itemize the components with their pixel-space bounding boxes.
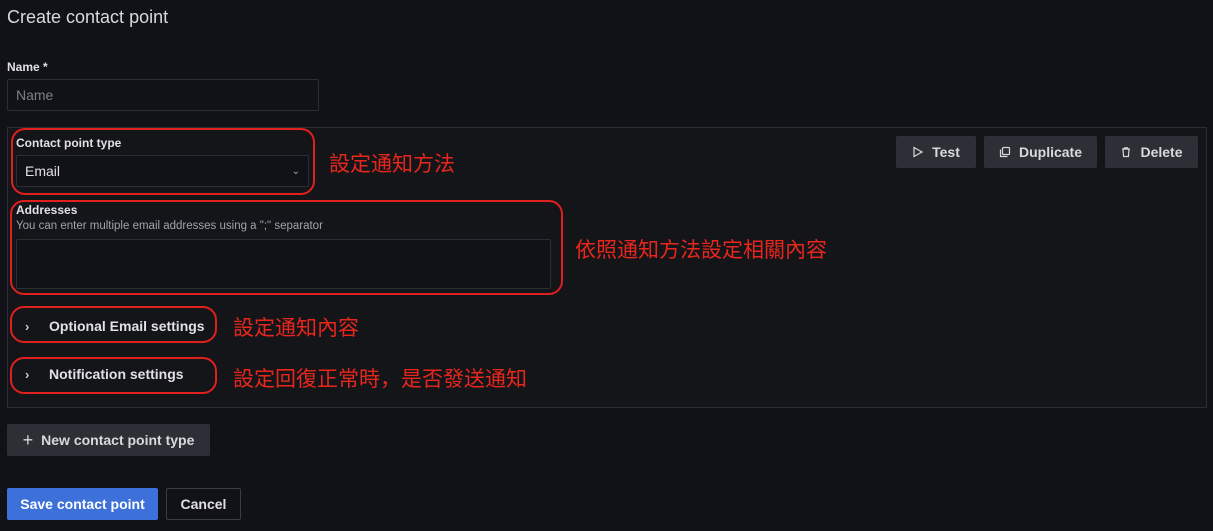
test-button-label: Test — [932, 144, 960, 160]
addresses-description: You can enter multiple email addresses u… — [16, 220, 323, 232]
notification-settings-label: Notification settings — [49, 366, 184, 382]
addresses-textarea[interactable] — [16, 239, 551, 289]
optional-email-settings-label: Optional Email settings — [49, 318, 205, 334]
plus-icon: + — [22, 429, 34, 450]
annotation-text-notification: 設定回復正常時，是否發送通知 — [233, 367, 527, 391]
name-label: Name * — [7, 60, 48, 74]
page-title: Create contact point — [7, 7, 169, 27]
notification-settings-toggle[interactable]: › Notification settings — [25, 366, 184, 382]
name-input[interactable] — [7, 79, 319, 111]
duplicate-button-label: Duplicate — [1018, 144, 1082, 160]
trash-icon — [1122, 147, 1131, 158]
delete-button-label: Delete — [1140, 144, 1183, 160]
delete-button[interactable]: Delete — [1105, 136, 1198, 168]
annotation-text-contact-type: 設定通知方法 — [329, 152, 455, 176]
chevron-down-icon: ⌄ — [291, 165, 300, 177]
annotation-text-addresses: 依照通知方法設定相關內容 — [575, 238, 827, 262]
play-icon — [913, 146, 924, 158]
annotation-text-optional: 設定通知內容 — [233, 316, 359, 340]
copy-icon — [999, 146, 1011, 158]
optional-email-settings-toggle[interactable]: › Optional Email settings — [25, 318, 205, 334]
contact-type-label: Contact point type — [16, 136, 122, 150]
new-contact-point-type-button[interactable]: + New contact point type — [7, 424, 210, 456]
duplicate-button[interactable]: Duplicate — [984, 136, 1097, 168]
test-button[interactable]: Test — [896, 136, 976, 168]
addresses-label: Addresses — [16, 203, 78, 217]
new-contact-point-type-label: New contact point type — [41, 432, 195, 448]
chevron-right-icon: › — [25, 366, 30, 382]
contact-type-select[interactable]: Email ⌄ — [16, 155, 309, 187]
contact-type-value: Email — [25, 163, 61, 179]
cancel-button[interactable]: Cancel — [166, 488, 241, 520]
save-contact-point-button[interactable]: Save contact point — [7, 488, 158, 520]
chevron-right-icon: › — [25, 318, 30, 334]
